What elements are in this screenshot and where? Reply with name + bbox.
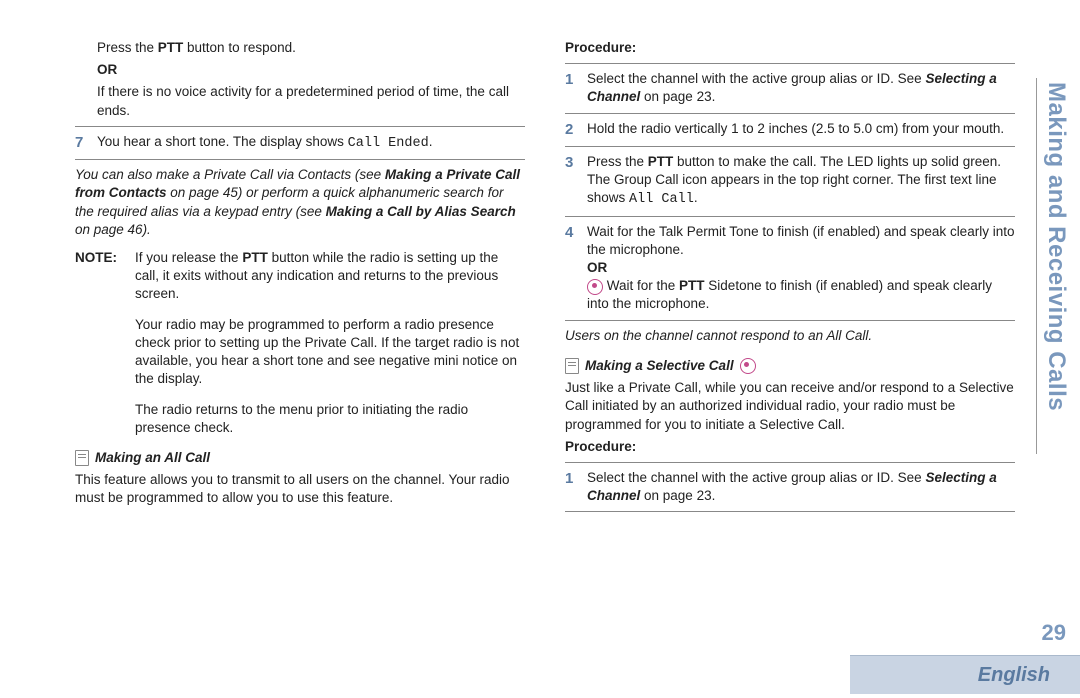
proc2-step-1: 1 Select the channel with the active gro… (565, 469, 1015, 505)
selective-description: Just like a Private Call, while you can … (565, 379, 1015, 434)
page-number: 29 (1042, 620, 1066, 646)
divider (75, 126, 525, 127)
note-block: NOTE: If you release the PTT button whil… (75, 249, 525, 304)
doc-icon (75, 450, 89, 466)
divider (565, 320, 1015, 321)
divider (565, 63, 1015, 64)
proc-step-1: 1 Select the channel with the active gro… (565, 70, 1015, 106)
section-making-all-call: Making an All Call (75, 449, 525, 467)
step-7: 7 You hear a short tone. The display sho… (75, 133, 525, 153)
divider (565, 511, 1015, 512)
note-text-1: If you release the PTT button while the … (135, 249, 525, 304)
note-text-3: The radio returns to the menu prior to i… (135, 401, 525, 437)
selective-call-icon (740, 358, 756, 374)
or-label: OR (587, 260, 607, 275)
step-number: 3 (565, 154, 573, 171)
divider (565, 462, 1015, 463)
left-column: Press the PTT button to respond. OR If t… (75, 35, 525, 518)
right-column: Procedure: 1 Select the channel with the… (565, 35, 1015, 518)
note-text-2: Your radio may be programmed to perform … (135, 316, 525, 389)
italic-note: You can also make a Private Call via Con… (75, 166, 525, 239)
step-number: 7 (75, 134, 83, 151)
step-number: 1 (565, 71, 573, 88)
note-label: NOTE: (75, 250, 117, 265)
divider (565, 146, 1015, 147)
divider (75, 159, 525, 160)
side-tab: Making and Receiving Calls (1036, 80, 1070, 452)
page-content: Press the PTT button to respond. OR If t… (75, 35, 1015, 518)
intro-line: Press the PTT button to respond. (97, 39, 525, 57)
procedure-label: Procedure: (565, 39, 1015, 57)
step-number: 4 (565, 224, 573, 241)
divider (565, 216, 1015, 217)
or-label: OR (97, 61, 525, 79)
step-number: 1 (565, 470, 573, 487)
step-number: 2 (565, 121, 573, 138)
proc-step-2: 2 Hold the radio vertically 1 to 2 inche… (565, 120, 1015, 140)
proc-step-4: 4 Wait for the Talk Permit Tone to finis… (565, 223, 1015, 314)
italic-after: Users on the channel cannot respond to a… (565, 327, 1015, 345)
divider (565, 113, 1015, 114)
proc-step-3: 3 Press the PTT button to make the call.… (565, 153, 1015, 210)
ptt-sidetone-icon (587, 279, 603, 295)
procedure-label-2: Procedure: (565, 438, 1015, 456)
section-making-selective-call: Making a Selective Call (565, 357, 1015, 375)
step-text: You hear a short tone. The display shows… (97, 133, 525, 153)
language-tab: English (850, 655, 1080, 694)
doc-icon (565, 358, 579, 374)
allcall-description: This feature allows you to transmit to a… (75, 471, 525, 507)
no-voice-line: If there is no voice activity for a pred… (97, 83, 525, 119)
